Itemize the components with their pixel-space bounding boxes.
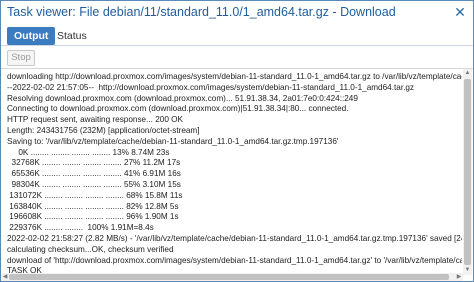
- log-line: 0K ........ ........ ........ ........ 1…: [7, 147, 170, 157]
- log-line: 131072K ........ ........ ........ .....…: [7, 190, 183, 200]
- title-bar[interactable]: Task viewer: File debian/11/standard_11.…: [1, 1, 473, 23]
- log-line: --2022-02-02 21:57:05-- http://download.…: [7, 82, 415, 92]
- log-line: Connecting to download.proxmox.com (down…: [7, 104, 349, 114]
- log-line: Saving to: '/var/lib/vz/template/cache/d…: [7, 136, 339, 146]
- scroll-right-icon[interactable]: ▶: [455, 273, 463, 281]
- horizontal-scroll-thumb[interactable]: [9, 274, 449, 280]
- close-icon[interactable]: ✕: [453, 5, 467, 19]
- log-line: calculating checksum...OK, checksum veri…: [7, 244, 174, 254]
- log-line: downloading http://download.proxmox.com/…: [7, 72, 462, 81]
- toolbar: Stop: [1, 47, 473, 69]
- log-line: 2022-02-02 21:58:27 (2.82 MB/s) - '/var/…: [7, 233, 462, 243]
- task-viewer-window: Task viewer: File debian/11/standard_11.…: [0, 0, 474, 282]
- log-line: download of 'http://download.proxmox.com…: [7, 255, 462, 265]
- log-output: downloading http://download.proxmox.com/…: [1, 69, 462, 275]
- log-line: HTTP request sent, awaiting response... …: [7, 115, 183, 125]
- horizontal-scrollbar[interactable]: ◀ ▶: [1, 273, 463, 281]
- log-line: 65536K ........ ........ ........ ......…: [7, 169, 181, 179]
- scroll-up-icon[interactable]: ▲: [463, 69, 472, 78]
- log-line: 32768K ........ ........ ........ ......…: [7, 158, 181, 168]
- scroll-down-icon[interactable]: ▼: [463, 266, 472, 275]
- log-line: 196608K ........ ........ ........ .....…: [7, 212, 179, 222]
- window-title: Task viewer: File debian/11/standard_11.…: [7, 5, 396, 19]
- log-line: 229376K ........ ........ 100% 1.91M=8.4…: [7, 223, 154, 233]
- tab-bar: Output Status: [1, 24, 473, 46]
- log-line: 163840K ........ ........ ........ .....…: [7, 201, 179, 211]
- log-line: 98304K ........ ........ ........ ......…: [7, 179, 181, 189]
- vertical-scrollbar[interactable]: ▲ ▼: [463, 69, 472, 275]
- tab-status[interactable]: Status: [50, 27, 94, 45]
- scroll-left-icon[interactable]: ◀: [1, 273, 9, 281]
- log-line: Resolving download.proxmox.com (download…: [7, 93, 358, 103]
- stop-button[interactable]: Stop: [7, 50, 35, 66]
- tab-output[interactable]: Output: [7, 27, 56, 45]
- log-line: Length: 243431756 (232M) [application/oc…: [7, 125, 200, 135]
- vertical-scroll-thumb[interactable]: [464, 79, 471, 265]
